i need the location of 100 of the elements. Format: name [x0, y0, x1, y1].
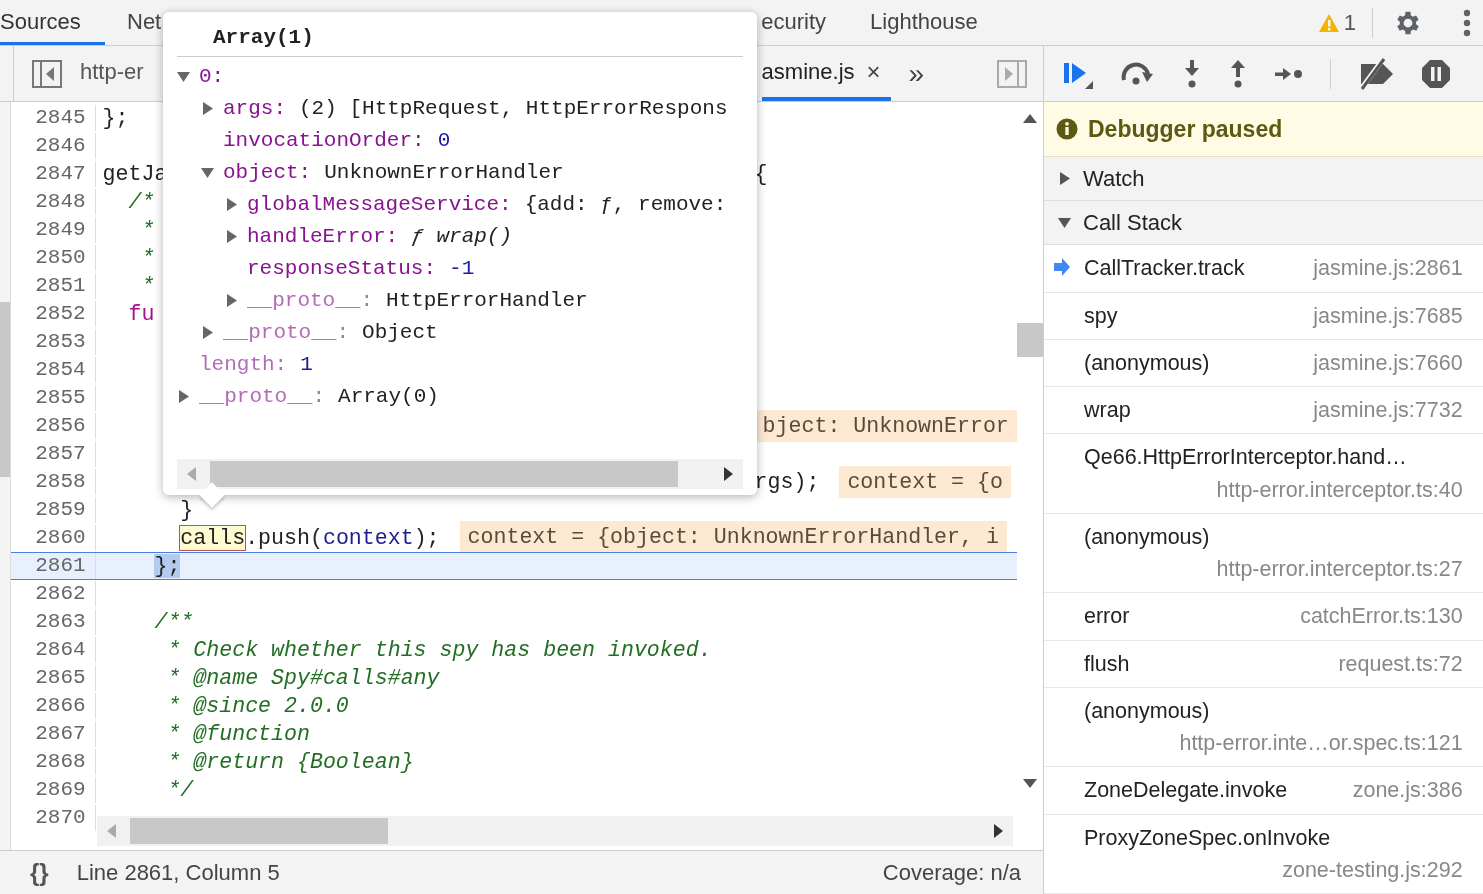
property-text: globalMessageService: {add: ƒ, remove:: [247, 191, 727, 218]
expand-triangle-icon[interactable]: [1058, 172, 1071, 186]
code-text: /**: [153, 608, 194, 636]
code-text: *: [140, 272, 155, 300]
file-tab[interactable]: asmine.js ×: [761, 46, 891, 101]
line-number: 2855: [34, 385, 87, 412]
code-text: *: [140, 244, 155, 272]
scroll-right-icon[interactable]: [994, 824, 1003, 838]
scrollbar-thumb[interactable]: [130, 818, 388, 844]
inline-value: bject: UnknownError: [754, 409, 1017, 443]
line-number: 2858: [34, 469, 87, 496]
popover-title: Array(1): [213, 26, 314, 49]
code-text: * @return {Boolean}: [166, 748, 414, 776]
section-header[interactable]: Call Stack: [1044, 201, 1483, 246]
line-number: 2851: [34, 273, 87, 300]
property-text: args: (2) [HttpRequest, HttpErrorRespons: [223, 95, 728, 122]
property-text: length: 1: [199, 351, 313, 378]
line-number: 2853: [34, 329, 87, 356]
horizontal-scrollbar[interactable]: [97, 816, 1013, 846]
step-icon[interactable]: [1274, 65, 1304, 82]
step-over-icon[interactable]: [1120, 61, 1156, 86]
expand-triangle-icon[interactable]: [201, 102, 214, 115]
line-number: 2865: [34, 665, 87, 692]
horizontal-scrollbar[interactable]: [177, 459, 743, 489]
property-text: handleError: ƒ wrap(): [247, 223, 513, 250]
collapse-triangle-icon[interactable]: [1058, 216, 1071, 230]
expand-triangle-icon[interactable]: [201, 326, 214, 339]
line-number: 2861: [34, 553, 87, 580]
collapse-triangle-icon[interactable]: [177, 70, 190, 83]
code-text: };: [153, 552, 181, 580]
line-number: 2854: [34, 357, 87, 384]
line-number: 2863: [34, 609, 87, 636]
line-number: 2845: [34, 105, 87, 132]
file-tab[interactable]: http-er: [80, 46, 154, 101]
line-number: 2847: [34, 161, 87, 188]
scrollbar-thumb[interactable]: [0, 302, 10, 477]
expand-triangle-icon[interactable]: [177, 390, 190, 403]
line-number: 2849: [34, 217, 87, 244]
line-number: 2870: [34, 805, 87, 832]
code-text: * @function: [166, 720, 310, 748]
code-text: * @since 2.0.0: [166, 692, 349, 720]
warning-count[interactable]: 1: [1343, 6, 1356, 39]
scroll-down-icon[interactable]: [1022, 779, 1037, 788]
code-text: * @name Spy#calls#any: [166, 664, 440, 692]
property-text: responseStatus: -1: [247, 255, 475, 282]
more-icon[interactable]: [1463, 8, 1471, 37]
code-text: *: [140, 216, 155, 244]
property-text: __proto__: HttpErrorHandler: [247, 287, 588, 314]
expand-triangle-icon[interactable]: [225, 294, 238, 307]
line-number: 2850: [34, 245, 87, 272]
line-number: 2846: [34, 133, 87, 160]
property-text: object: UnknownErrorHandler: [223, 159, 564, 186]
line-number: 2867: [34, 721, 87, 748]
code-text: /*: [127, 188, 155, 216]
scroll-right-icon[interactable]: [724, 467, 733, 481]
line-number: 2859: [34, 497, 87, 524]
code-text: * Check whether this spy has been invoked.: [166, 636, 712, 664]
debugger-paused-banner: Debugger paused: [1044, 102, 1483, 158]
line-number: 2866: [34, 693, 87, 720]
property-text: invocationOrder: 0: [223, 127, 451, 154]
inline-value: context = {o: [839, 465, 1011, 499]
sidebar-toggle-icon[interactable]: [32, 59, 62, 88]
info-icon: [1056, 118, 1078, 141]
step-into-icon[interactable]: [1182, 58, 1202, 89]
scroll-up-icon[interactable]: [1022, 114, 1037, 123]
coverage-text: Coverage: n/a: [882, 859, 1021, 887]
expand-triangle-icon[interactable]: [225, 198, 238, 211]
expand-triangle-icon[interactable]: [225, 230, 238, 243]
scrollbar-thumb[interactable]: [1016, 323, 1043, 357]
code-text: rgs);: [754, 468, 820, 496]
code-text: fu: [127, 300, 155, 328]
line-number: 2864: [34, 637, 87, 664]
inline-value: context = {object: UnknownErrorHandler, i: [459, 521, 1007, 555]
close-button[interactable]: ×: [866, 53, 881, 90]
code-text: {: [754, 160, 768, 188]
line-number: 2848: [34, 189, 87, 216]
section-header[interactable]: Watch: [1044, 157, 1483, 202]
panel-tab[interactable]: Lighthouse: [848, 0, 1000, 45]
code-text: }: [179, 496, 194, 524]
pause-on-exceptions-icon[interactable]: [1421, 58, 1451, 89]
pretty-print-button[interactable]: {}: [30, 854, 49, 891]
line-number: 2856: [34, 413, 87, 440]
code-text: */: [166, 776, 194, 804]
line-number: 2860: [34, 525, 87, 552]
more-tabs-button[interactable]: »: [890, 46, 943, 101]
property-text: __proto__: Array(0): [199, 383, 439, 410]
line-number: 2868: [34, 749, 87, 776]
property-text: 0:: [199, 63, 225, 90]
line-number: 2852: [34, 301, 87, 328]
scrollbar-thumb[interactable]: [210, 461, 678, 487]
step-out-icon[interactable]: [1228, 58, 1248, 89]
property-text: __proto__: Object: [223, 319, 438, 346]
line-number: 2857: [34, 441, 87, 468]
code-text: calls.push(context);: [179, 524, 440, 552]
debugger-toggle-icon[interactable]: [997, 59, 1027, 88]
code-text: };: [102, 104, 129, 132]
line-number: 2869: [34, 777, 87, 804]
collapse-triangle-icon[interactable]: [201, 166, 214, 179]
warning-icon: [1317, 12, 1340, 33]
cursor-position: Line 2861, Column 5: [76, 859, 280, 887]
